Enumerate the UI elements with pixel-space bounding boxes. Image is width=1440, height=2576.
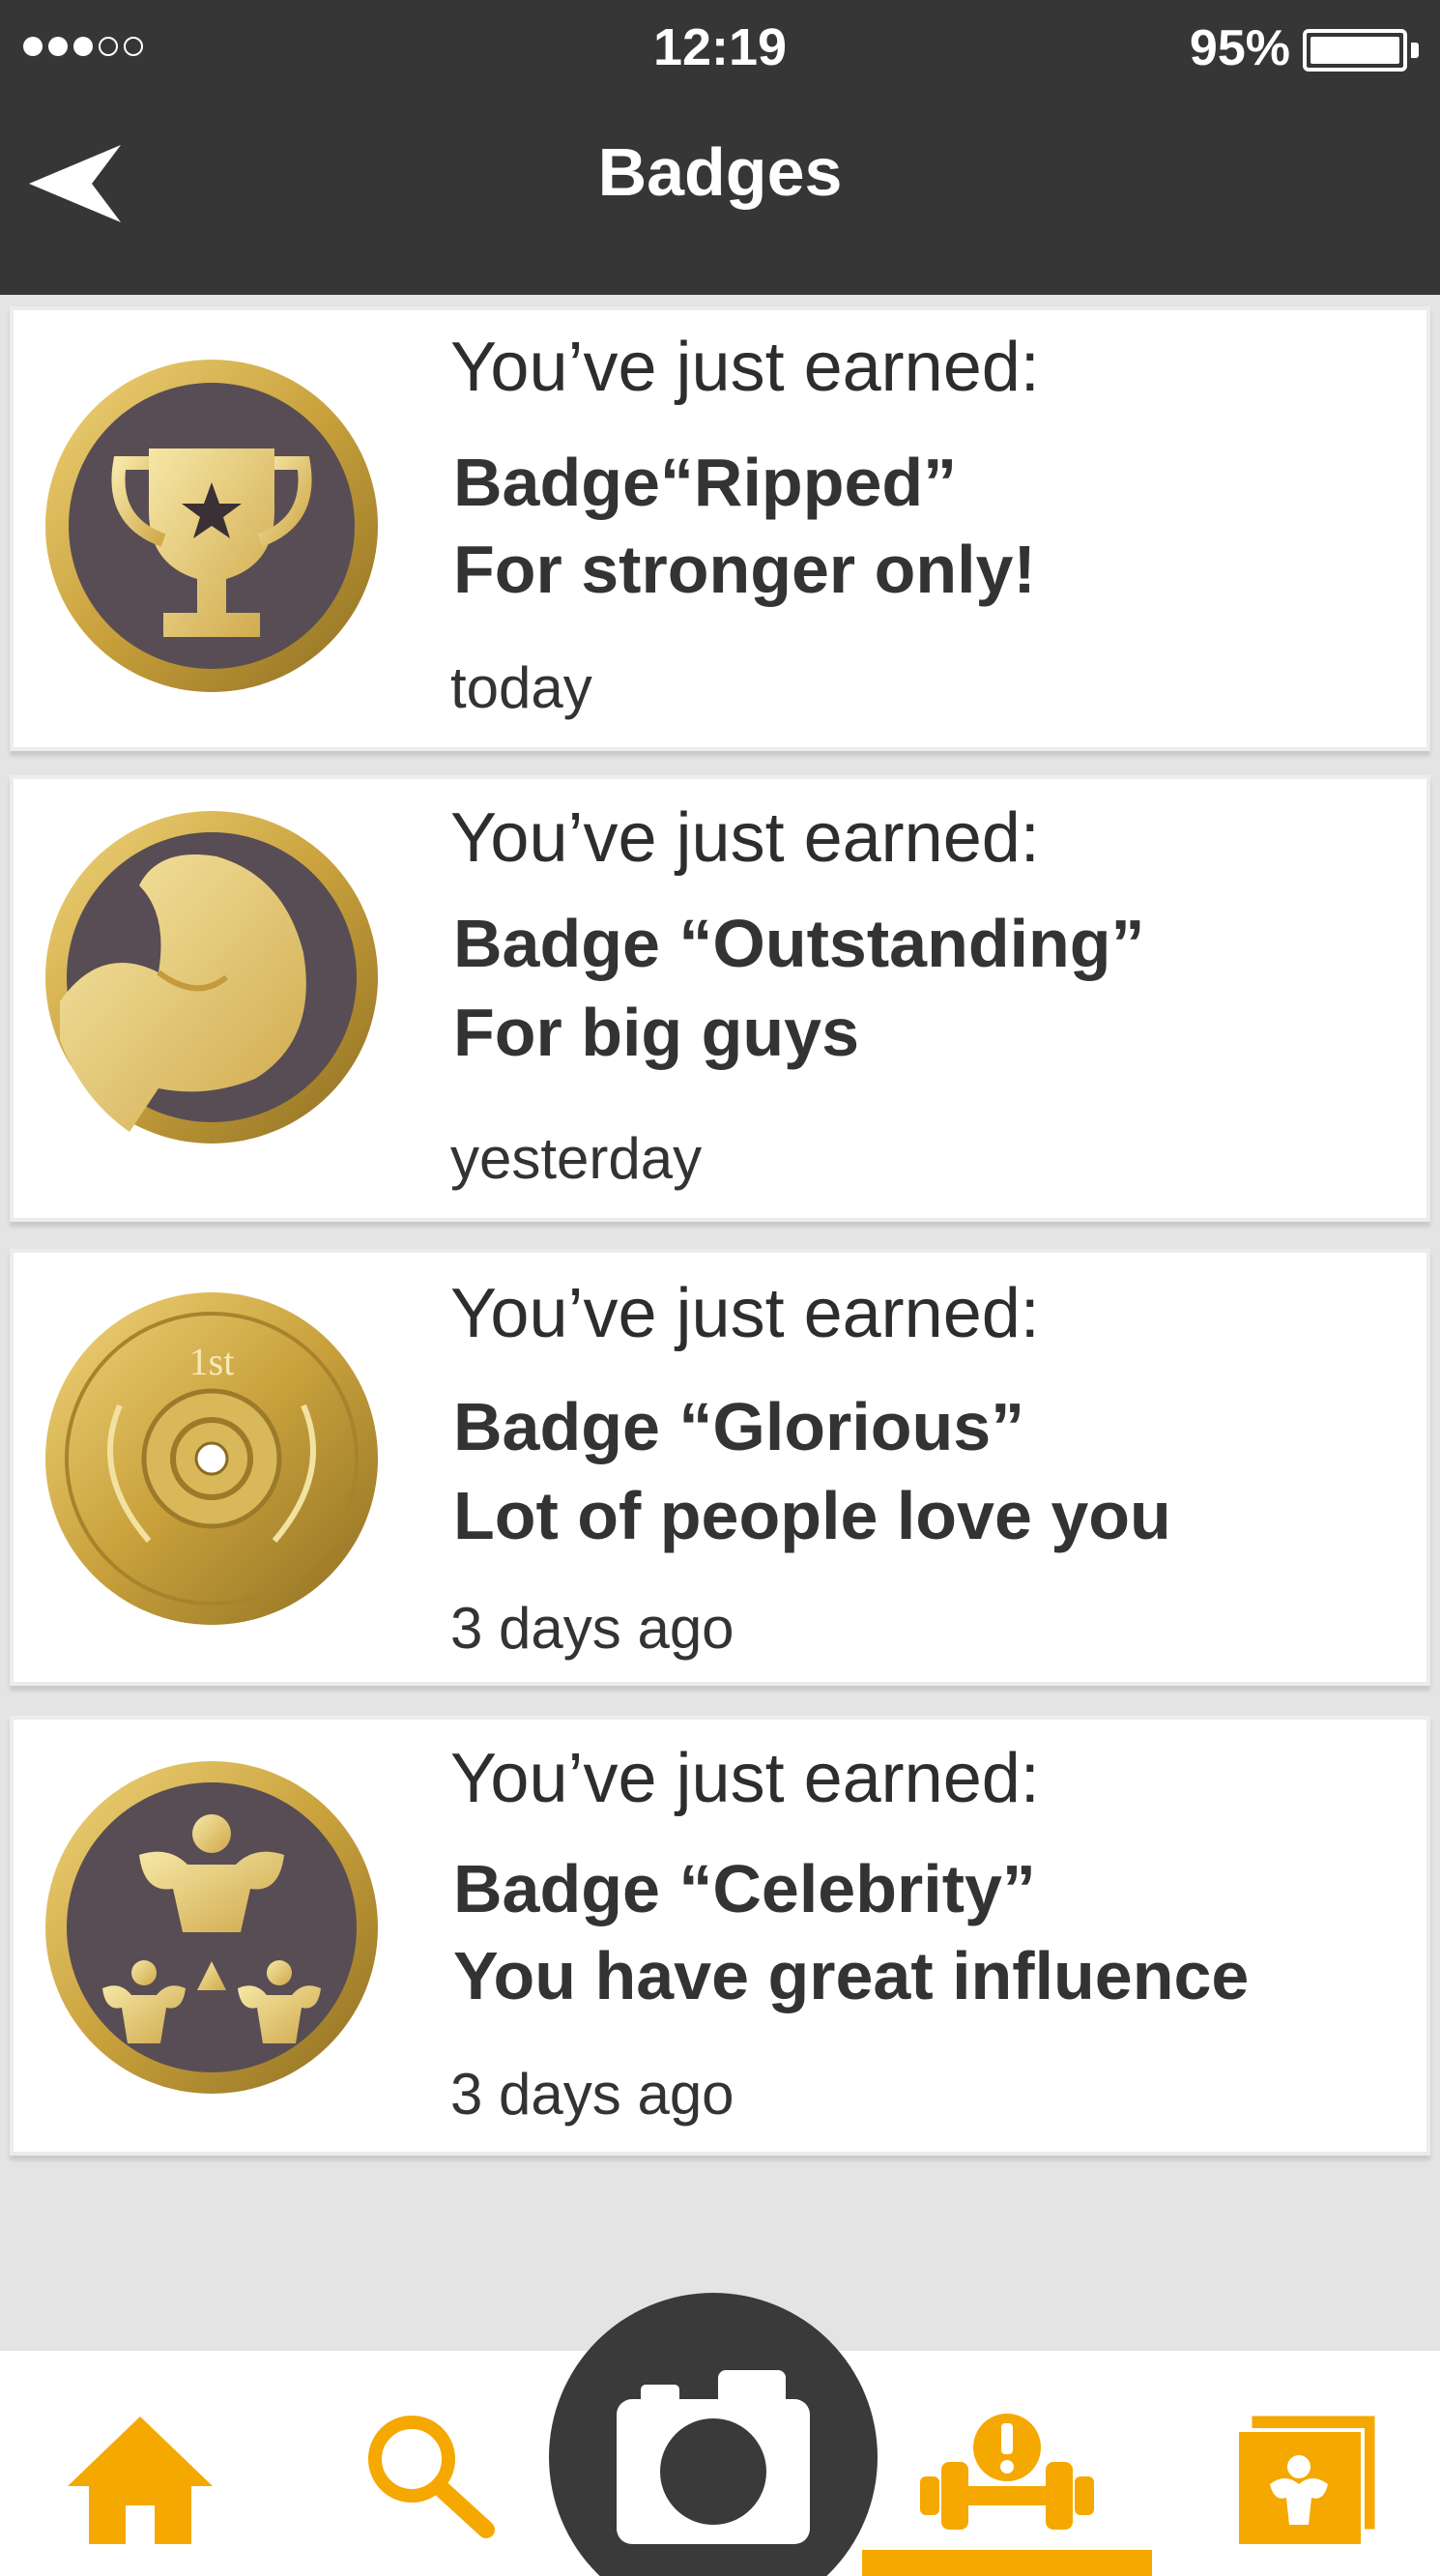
- bodybuilders-medal-icon: [45, 1761, 378, 2094]
- badge-card[interactable]: You’ve just earned: Badge “Celebrity” Yo…: [10, 1716, 1430, 2156]
- photo-gallery-icon: [1235, 2413, 1378, 2548]
- tab-home[interactable]: [58, 2409, 222, 2563]
- home-icon: [68, 2417, 213, 2544]
- dumbbell-alert-icon: [920, 2414, 1094, 2530]
- badge-date: 3 days ago: [450, 1596, 734, 1661]
- earned-label: You’ve just earned:: [450, 329, 1040, 406]
- active-tab-indicator: [862, 2550, 1152, 2576]
- earned-label: You’ve just earned:: [450, 1275, 1040, 1352]
- earned-label: You’ve just earned:: [450, 1740, 1040, 1817]
- page-title: Badges: [597, 134, 843, 210]
- flexed-arm-medal-icon: [45, 811, 378, 1143]
- badge-name: Badge “Glorious”: [453, 1389, 1025, 1464]
- badge-date: 3 days ago: [450, 2062, 734, 2127]
- badge-description: Lot of people love you: [453, 1478, 1171, 1553]
- camera-icon: [617, 2370, 810, 2544]
- battery-tip: [1411, 43, 1419, 58]
- camera-button[interactable]: [549, 2293, 878, 2576]
- badge-name: Badge “Celebrity”: [453, 1851, 1036, 1926]
- tab-search[interactable]: [356, 2409, 520, 2563]
- badge-name: Badge“Ripped”: [453, 445, 958, 520]
- badge-date: today: [450, 655, 592, 720]
- top-header: 12:19 95% Badges: [0, 0, 1440, 295]
- badge-description: For big guys: [453, 995, 859, 1070]
- badge-name: Badge “Outstanding”: [453, 906, 1145, 981]
- badge-card[interactable]: You’ve just earned: Badge“Ripped” For st…: [10, 306, 1430, 751]
- status-bar: 12:19 95%: [0, 0, 1440, 97]
- badge-description: You have great influence: [453, 1938, 1250, 2013]
- medal-first-text: 1st: [189, 1340, 235, 1383]
- tab-gallery[interactable]: [1229, 2409, 1394, 2563]
- tab-workouts[interactable]: [910, 2409, 1094, 2563]
- earned-label: You’ve just earned:: [450, 799, 1040, 877]
- badge-card[interactable]: 1st You’ve just earned: Badge “Glorious”…: [10, 1249, 1430, 1686]
- first-place-plate-medal-icon: 1st: [45, 1292, 378, 1625]
- badge-date: yesterday: [450, 1126, 703, 1191]
- badge-card[interactable]: You’ve just earned: Badge “Outstanding” …: [10, 775, 1430, 1222]
- battery-percentage: 95%: [1189, 20, 1290, 76]
- badge-description: For stronger only!: [453, 532, 1036, 607]
- search-icon: [368, 2416, 495, 2538]
- trophy-medal-icon: [45, 360, 378, 692]
- battery-icon: [1303, 29, 1407, 72]
